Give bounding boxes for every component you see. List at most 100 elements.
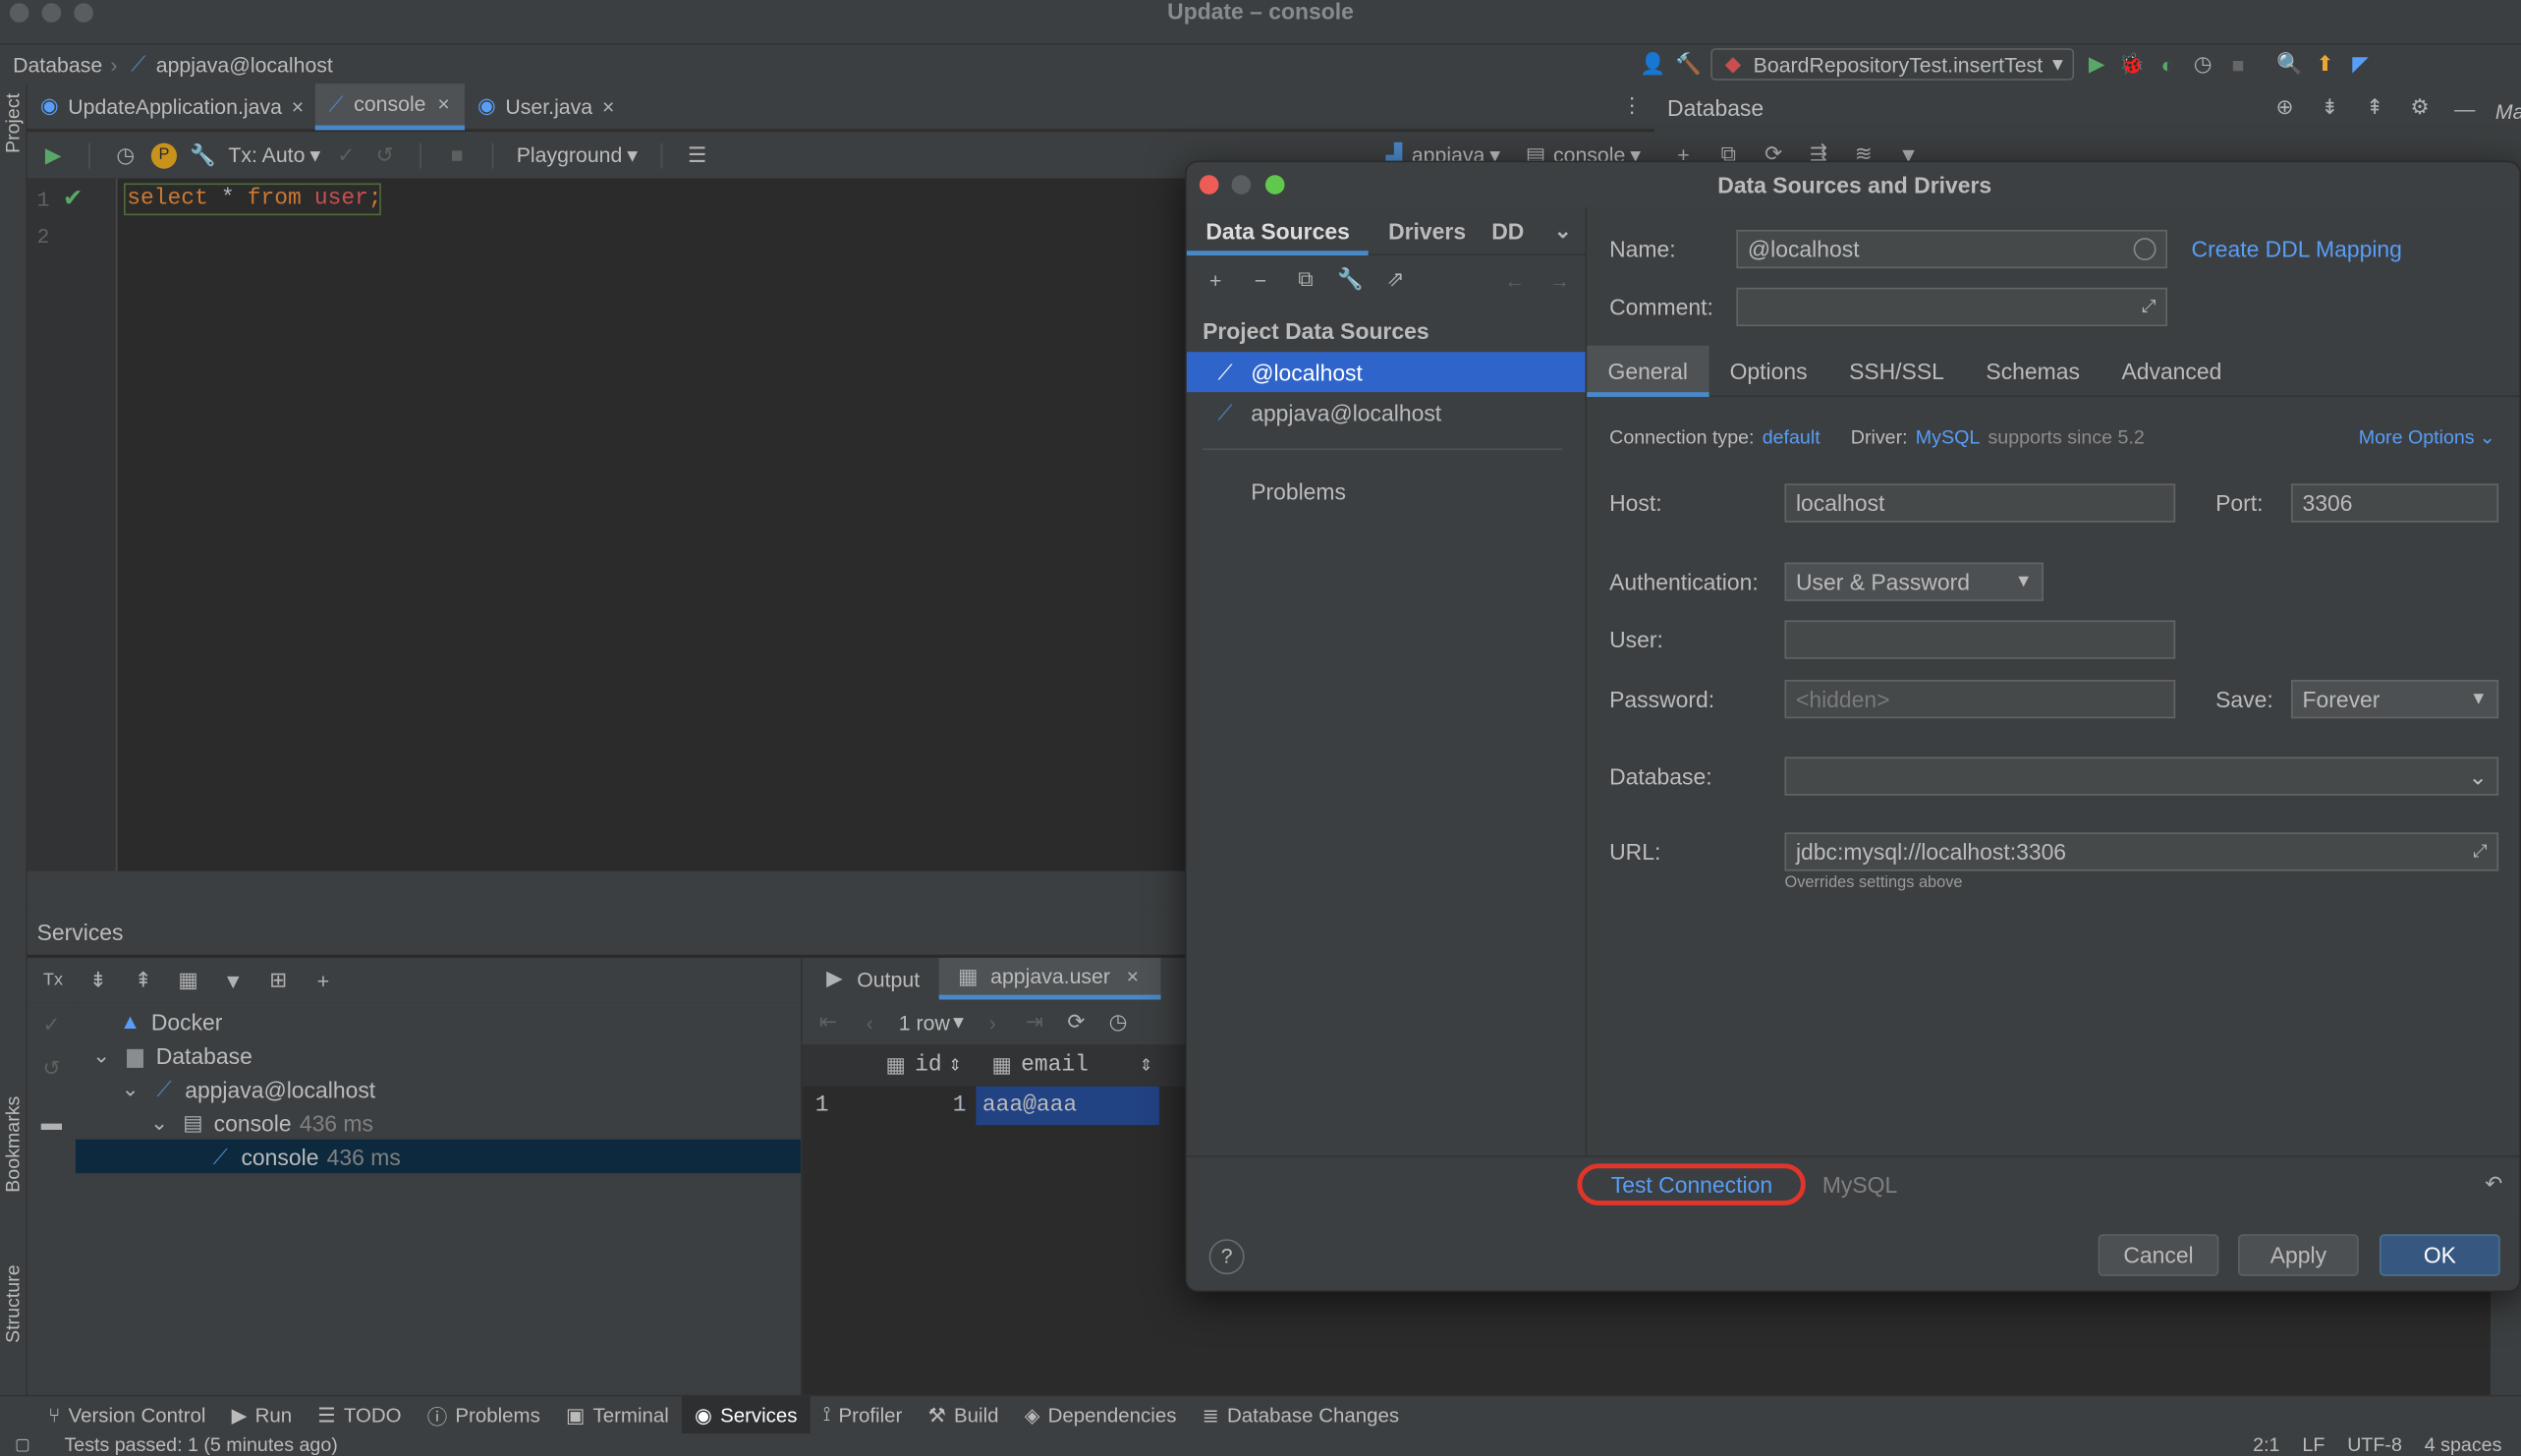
url-field[interactable]: jdbc:mysql://localhost:3306 ⤢: [1784, 832, 2499, 871]
cancel-button[interactable]: Cancel: [2098, 1234, 2219, 1276]
stop-icon[interactable]: ■: [444, 142, 470, 168]
expand-all-icon[interactable]: ⇟: [2317, 95, 2342, 121]
host-field[interactable]: localhost: [1784, 483, 2176, 523]
list-item-localhost[interactable]: ⟋ @localhost: [1186, 352, 1586, 393]
indent-setting[interactable]: 4 spaces: [2425, 1433, 2502, 1456]
settings-wrench-icon[interactable]: 🔧: [190, 142, 215, 168]
playground-select[interactable]: Playground ▾: [517, 142, 638, 168]
tab-table[interactable]: ▦ appjava.user ×: [938, 957, 1162, 1000]
filter-icon[interactable]: ▼: [220, 968, 246, 993]
last-page-icon[interactable]: ⇥: [1022, 1009, 1047, 1035]
port-field[interactable]: 3306: [2291, 483, 2499, 523]
tab-schemas[interactable]: Schemas: [1965, 345, 2101, 396]
tab-run[interactable]: ▶ Run: [219, 1396, 306, 1434]
tree-item-docker[interactable]: ▲ Docker: [76, 1004, 801, 1037]
tab-database-changes[interactable]: ≣ Database Changes: [1190, 1396, 1413, 1434]
rollback-icon[interactable]: ↺: [38, 1056, 64, 1082]
project-tool-button[interactable]: Project: [2, 93, 25, 153]
tab-data-sources[interactable]: Data Sources: [1186, 206, 1370, 255]
tab-output[interactable]: ▶ Output: [803, 958, 939, 1000]
splitter[interactable]: [27, 870, 1186, 910]
user-field[interactable]: [1784, 620, 2176, 659]
column-header-id[interactable]: ▦ id ⇕: [882, 1052, 976, 1078]
settings-wrench-icon[interactable]: 🔧: [1337, 267, 1363, 293]
prev-page-icon[interactable]: ‹: [857, 1009, 882, 1035]
layout-icon[interactable]: ▬: [38, 1109, 64, 1135]
collapse-all-icon[interactable]: ⇞: [131, 968, 156, 993]
target-icon[interactable]: ⊕: [2271, 95, 2297, 121]
run-icon[interactable]: ▶: [2084, 51, 2109, 77]
export-icon[interactable]: ⇗: [1382, 267, 1408, 293]
pin-icon[interactable]: P: [150, 141, 178, 168]
file-encoding[interactable]: UTF-8: [2347, 1433, 2402, 1456]
close-icon[interactable]: ×: [602, 93, 614, 119]
tree-item-console-session[interactable]: ⌄ ▤ console 436 ms: [76, 1105, 801, 1139]
toolbox-icon[interactable]: ◤: [2347, 51, 2373, 77]
duplicate-icon[interactable]: ⧉: [1293, 267, 1318, 293]
line-separator[interactable]: LF: [2302, 1433, 2325, 1456]
profile-icon[interactable]: ◷: [2190, 51, 2215, 77]
cell-email[interactable]: aaa@aaa: [976, 1086, 1159, 1126]
driver-link[interactable]: MySQL: [1916, 425, 1980, 448]
tab-user-java[interactable]: ◉ User.java ×: [465, 83, 626, 129]
bookmarks-tool-button[interactable]: Bookmarks: [2, 1096, 25, 1193]
breadcrumb-database[interactable]: Database: [13, 52, 102, 77]
chevron-down-icon[interactable]: ⌄: [1550, 218, 1576, 244]
tab-general[interactable]: General: [1587, 344, 1709, 397]
build-hammer-icon[interactable]: 🔨: [1675, 51, 1701, 77]
tx-mode-select[interactable]: Tx: Auto ▾: [228, 142, 320, 168]
help-button[interactable]: ?: [1208, 1239, 1245, 1275]
tree-item-appjava[interactable]: ⌄ ⟋ appjava@localhost: [76, 1072, 801, 1105]
history-icon[interactable]: ◷: [1105, 1009, 1131, 1035]
forward-icon[interactable]: →: [1546, 267, 1572, 293]
collapse-all-icon[interactable]: ⇞: [2362, 95, 2387, 121]
cell-id[interactable]: 1: [882, 1092, 976, 1118]
tab-advanced[interactable]: Advanced: [2101, 345, 2242, 396]
column-header-email[interactable]: ▦ email ⇕: [976, 1052, 1152, 1078]
code-line-1[interactable]: select * from user;: [124, 183, 382, 216]
revert-icon[interactable]: ↶: [2481, 1171, 2506, 1197]
more-options-button[interactable]: More Options ⌄: [2359, 425, 2495, 448]
commit-icon[interactable]: ✓: [333, 142, 359, 168]
ok-button[interactable]: OK: [2380, 1234, 2500, 1276]
list-item-appjava[interactable]: ⟋ appjava@localhost: [1187, 392, 1586, 432]
structure-tool-button[interactable]: Structure: [2, 1264, 25, 1343]
tab-ssh-ssl[interactable]: SSH/SSL: [1828, 345, 1965, 396]
dialog-minimize-button[interactable]: [1231, 175, 1252, 195]
refresh-icon[interactable]: ⟳: [1063, 1009, 1089, 1035]
tab-services[interactable]: ◉ Services: [681, 1395, 811, 1434]
back-icon[interactable]: ←: [1501, 267, 1527, 293]
group-icon[interactable]: ▦: [175, 968, 200, 993]
name-field[interactable]: @localhost: [1736, 229, 2168, 269]
new-tab-icon[interactable]: ⊞: [265, 968, 291, 993]
add-service-icon[interactable]: +: [310, 968, 336, 993]
tab-drivers[interactable]: Drivers: [1369, 206, 1485, 254]
tab-console[interactable]: ⟋ console ×: [314, 83, 465, 130]
tab-problems[interactable]: ⓘ Problems: [415, 1396, 553, 1434]
add-icon[interactable]: +: [1203, 267, 1228, 293]
sql-editor[interactable]: [27, 178, 1186, 871]
stop-icon[interactable]: ■: [2225, 51, 2251, 77]
update-icon[interactable]: ⬆: [2312, 51, 2337, 77]
table-row[interactable]: 1 1 aaa@aaa: [803, 1086, 1185, 1126]
close-icon[interactable]: ×: [1120, 964, 1146, 989]
user-icon[interactable]: 👤: [1640, 51, 1665, 77]
next-page-icon[interactable]: ›: [980, 1009, 1005, 1035]
color-circle-icon[interactable]: [2133, 238, 2157, 260]
close-icon[interactable]: ×: [292, 93, 304, 119]
breadcrumb-datasource[interactable]: appjava@localhost: [156, 52, 333, 77]
run-config-selector[interactable]: ◆ BoardRepositoryTest.insertTest ▾: [1710, 48, 2075, 81]
minimize-icon[interactable]: —: [2452, 95, 2478, 121]
remove-icon[interactable]: −: [1248, 267, 1273, 293]
password-field[interactable]: <hidden>: [1784, 679, 2176, 719]
debug-icon[interactable]: 🐞: [2119, 51, 2145, 77]
test-connection-link[interactable]: Test Connection: [1577, 1162, 1807, 1205]
output-layout-icon[interactable]: ☰: [684, 142, 709, 168]
dialog-zoom-button[interactable]: [1264, 175, 1285, 195]
comment-field[interactable]: ⤢: [1736, 287, 2168, 327]
chevron-down-icon[interactable]: ⌄: [2468, 762, 2487, 790]
save-select[interactable]: Forever ▼: [2291, 679, 2499, 719]
rollback-icon[interactable]: ↺: [371, 142, 397, 168]
coverage-icon[interactable]: ◐: [2155, 51, 2180, 77]
database-field[interactable]: ⌄: [1784, 756, 2499, 796]
